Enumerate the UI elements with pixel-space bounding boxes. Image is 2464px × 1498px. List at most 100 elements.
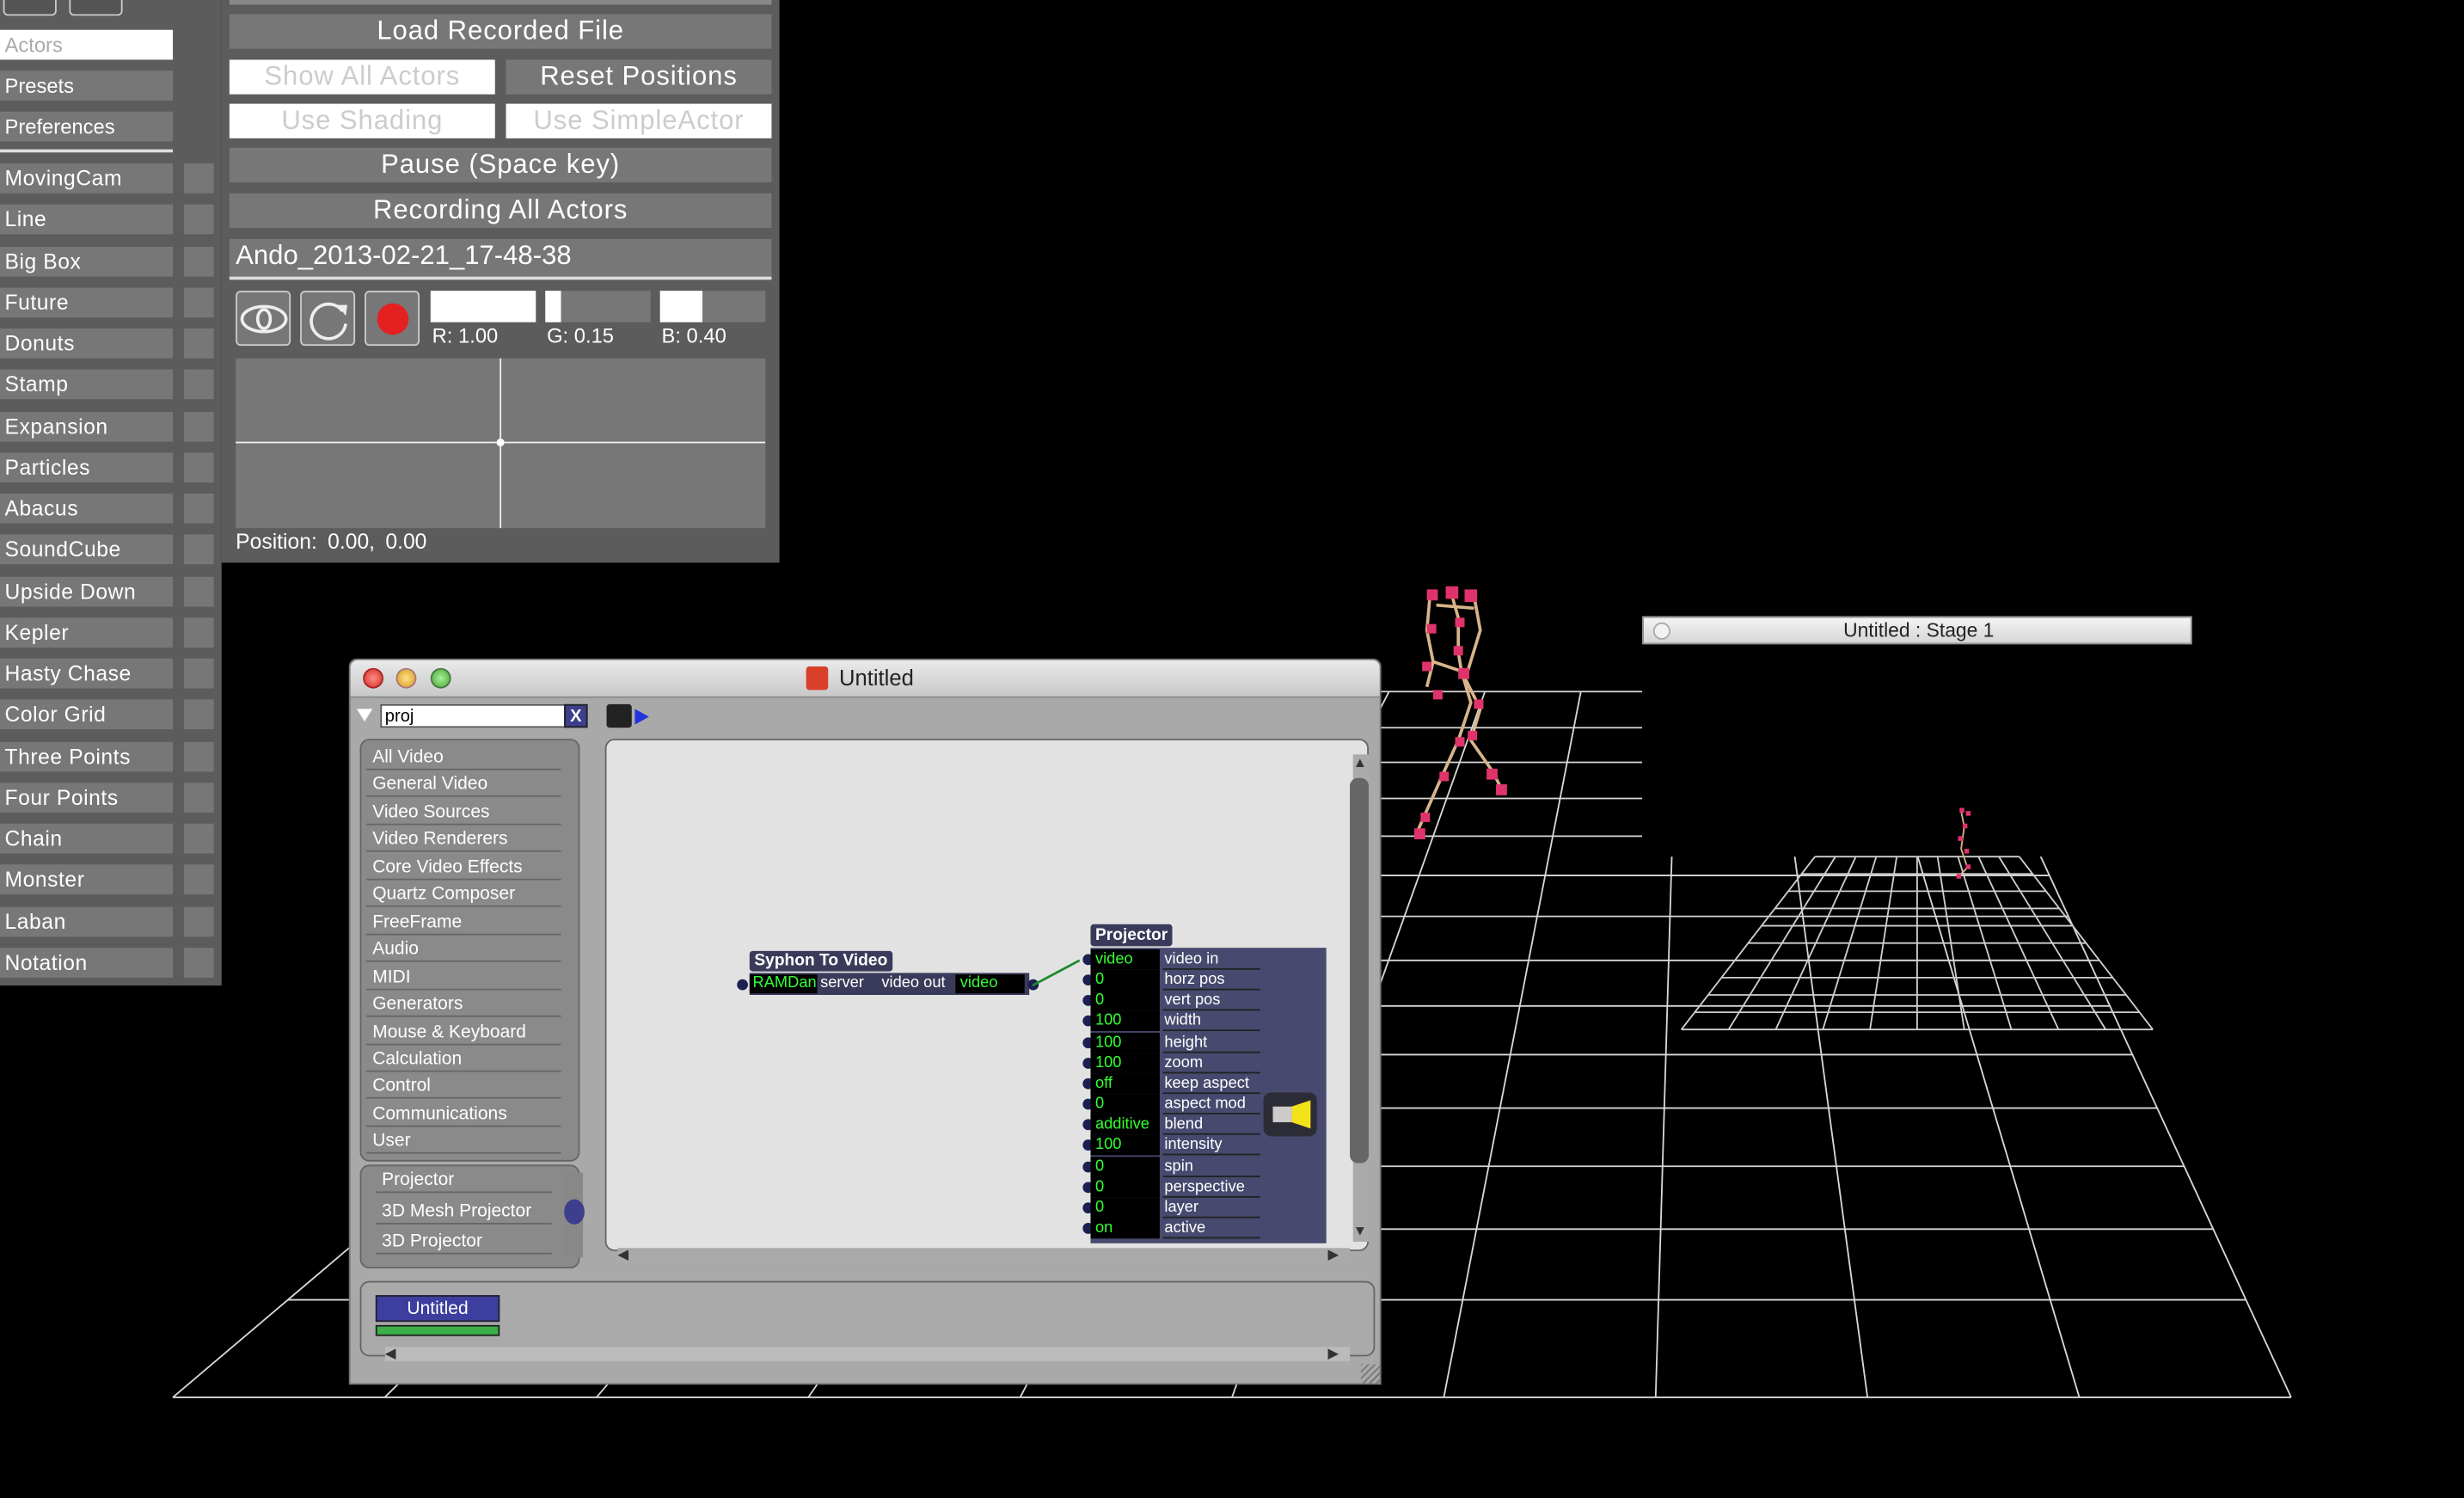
sidebar-tab-preferences[interactable]: Preferences: [0, 111, 174, 142]
folder-icon[interactable]: [3, 0, 57, 16]
category-item[interactable]: Communications: [365, 1102, 561, 1127]
category-item[interactable]: Quartz Composer: [365, 882, 561, 908]
actor-item-kepler[interactable]: Kepler: [0, 617, 174, 648]
actor-item-hasty-chase[interactable]: Hasty Chase: [0, 658, 174, 689]
category-item[interactable]: Calculation: [365, 1047, 561, 1072]
actor-item-expansion[interactable]: Expansion: [0, 410, 174, 441]
actor-item-laban[interactable]: Laban: [0, 906, 174, 936]
position-pad-handle[interactable]: [496, 438, 505, 447]
syphon-out-value[interactable]: video: [955, 974, 1025, 994]
sidebar-tab-actors[interactable]: Actors: [0, 29, 174, 60]
port-value[interactable]: 0: [1090, 1197, 1160, 1219]
port-value[interactable]: on: [1090, 1218, 1160, 1239]
use-simpleactor-toggle[interactable]: Use SimpleActor: [506, 103, 772, 138]
category-item[interactable]: Video Renderers: [365, 827, 561, 853]
syphon-to-video-actor[interactable]: Syphon To Video RAMDan server video out …: [737, 950, 1039, 998]
projector-port-row[interactable]: 0 horz pos: [1082, 970, 1341, 991]
position-pad[interactable]: [236, 358, 766, 529]
actor-item-particles[interactable]: Particles: [0, 451, 174, 482]
actor-toggle-box[interactable]: [183, 947, 214, 978]
scene-tab-untitled[interactable]: Untitled: [375, 1295, 500, 1323]
actor-item-stamp[interactable]: Stamp: [0, 369, 174, 400]
disclosure-triangle-icon[interactable]: [356, 708, 373, 723]
port-value[interactable]: 0: [1090, 1094, 1160, 1114]
canvas-hscrollbar[interactable]: [617, 1248, 1351, 1264]
minimize-button[interactable]: [395, 667, 417, 689]
port-value[interactable]: 100: [1090, 1053, 1160, 1073]
actor-item-abacus[interactable]: Abacus: [0, 493, 174, 524]
g-slider[interactable]: [545, 291, 651, 322]
projector-port-row[interactable]: 100 height: [1082, 1032, 1341, 1053]
port-value[interactable]: 100: [1090, 1135, 1160, 1157]
port-value[interactable]: 0: [1090, 991, 1160, 1011]
actor-item-future[interactable]: Future: [0, 287, 174, 317]
category-item[interactable]: Core Video Effects: [365, 855, 561, 881]
actor-toggle-box[interactable]: [183, 906, 214, 936]
syphon-server-port[interactable]: [737, 979, 749, 991]
scene-scroll-left[interactable]: ◀: [385, 1346, 396, 1363]
results-scroll-thumb[interactable]: [564, 1199, 585, 1225]
port-value[interactable]: 0: [1090, 970, 1160, 991]
projector-port-row[interactable]: 0 vert pos: [1082, 991, 1341, 1011]
search-clear-button[interactable]: X: [564, 703, 588, 728]
category-item[interactable]: Audio: [365, 937, 561, 962]
actor-toggle-box[interactable]: [183, 864, 214, 895]
port-value[interactable]: video: [1090, 949, 1160, 970]
use-shading-toggle[interactable]: Use Shading: [229, 103, 495, 138]
actor-item-chain[interactable]: Chain: [0, 823, 174, 854]
sidebar-tab-presets[interactable]: Presets: [0, 71, 174, 101]
actor-toggle-box[interactable]: [183, 410, 214, 441]
category-item[interactable]: Control: [365, 1074, 561, 1100]
load-recorded-file-button[interactable]: Load Recorded File: [229, 14, 772, 49]
actor-item-line[interactable]: Line: [0, 205, 174, 235]
actor-toggle-box[interactable]: [183, 823, 214, 854]
port-value[interactable]: 100: [1090, 1032, 1160, 1053]
projector-port-row[interactable]: 0 spin: [1082, 1156, 1341, 1177]
category-item[interactable]: All Video: [365, 745, 561, 770]
category-item[interactable]: Mouse & Keyboard: [365, 1019, 561, 1045]
resize-grip[interactable]: [1360, 1364, 1380, 1384]
scroll-down-arrow[interactable]: ▼: [1353, 1223, 1367, 1238]
scroll-up-arrow[interactable]: ▲: [1353, 754, 1367, 770]
close-button[interactable]: [363, 667, 383, 689]
reset-positions-button[interactable]: Reset Positions: [506, 59, 772, 95]
port-value[interactable]: off: [1090, 1073, 1160, 1094]
category-item[interactable]: Video Sources: [365, 800, 561, 826]
port-value[interactable]: additive: [1090, 1114, 1160, 1136]
projector-port-row[interactable]: 100 intensity: [1082, 1135, 1341, 1157]
syphon-actor-title[interactable]: Syphon To Video: [749, 950, 892, 972]
projector-actor-title[interactable]: Projector: [1090, 924, 1173, 947]
actor-toggle-box[interactable]: [183, 246, 214, 276]
actor-toggle-box[interactable]: [183, 658, 214, 689]
actor-item-movingcam[interactable]: MovingCam: [0, 163, 174, 193]
scroll-left-arrow[interactable]: ◀: [617, 1246, 628, 1263]
result-item[interactable]: Projector: [375, 1168, 552, 1194]
projector-actor[interactable]: Projector video video in 0 horz pos 0 vert po…: [1082, 924, 1327, 1247]
actor-toggle-box[interactable]: [183, 575, 214, 606]
projector-port-row[interactable]: 100 zoom: [1082, 1053, 1341, 1073]
patch-window-titlebar[interactable]: Untitled: [350, 660, 1380, 698]
projector-port-row[interactable]: video video in: [1082, 949, 1341, 970]
actor-toggle-box[interactable]: [183, 369, 214, 400]
play-arrow-icon[interactable]: [634, 709, 650, 725]
actor-toggle-box[interactable]: [183, 617, 214, 648]
actor-search-input[interactable]: [380, 703, 567, 728]
category-item[interactable]: User: [365, 1129, 561, 1155]
r-slider[interactable]: [430, 291, 536, 322]
category-item[interactable]: Generators: [365, 992, 561, 1017]
actor-toggle-box[interactable]: [183, 740, 214, 771]
projector-port-row[interactable]: 100 width: [1082, 1011, 1341, 1032]
actor-toggle-box[interactable]: [183, 782, 214, 813]
actor-item-notation[interactable]: Notation: [0, 947, 174, 978]
b-slider[interactable]: [659, 291, 766, 322]
actor-item-color-grid[interactable]: Color Grid: [0, 699, 174, 730]
actor-toggle-box[interactable]: [183, 163, 214, 193]
port-value[interactable]: 0: [1090, 1176, 1160, 1198]
actor-toggle-box[interactable]: [183, 451, 214, 482]
actor-item-three-points[interactable]: Three Points: [0, 740, 174, 771]
result-item[interactable]: 3D Mesh Projector: [375, 1199, 552, 1224]
category-item[interactable]: MIDI: [365, 965, 561, 990]
category-item[interactable]: General Video: [365, 772, 561, 798]
scene-scroll-right[interactable]: ▶: [1327, 1346, 1339, 1363]
grid-icon[interactable]: [69, 0, 123, 16]
